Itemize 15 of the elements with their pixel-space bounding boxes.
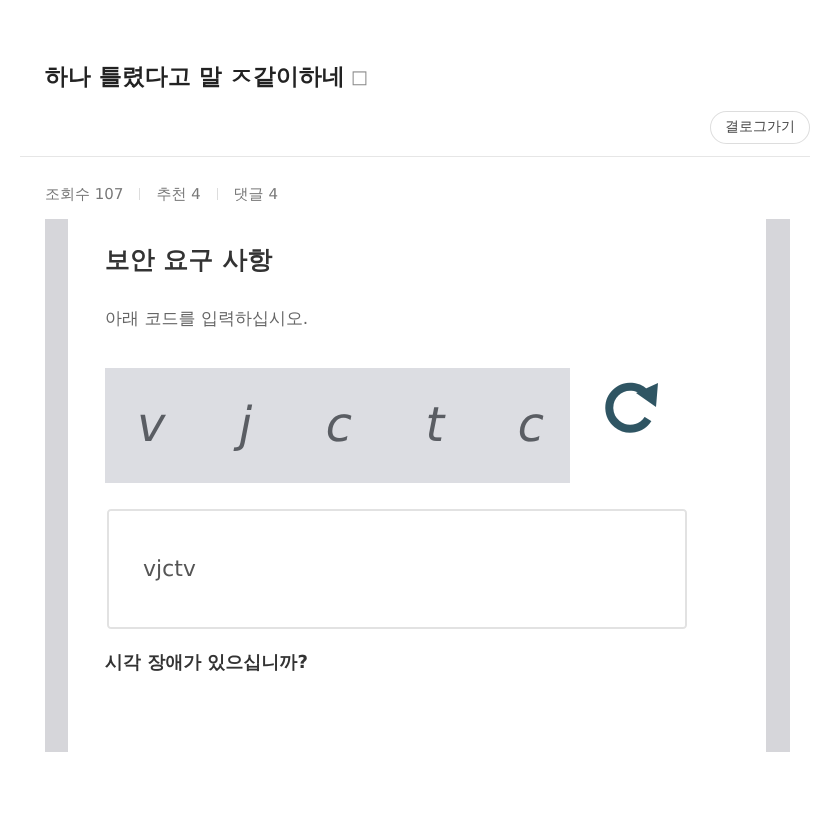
captcha-heading: 보안 요구 사항 xyxy=(105,244,274,276)
captcha-letter: t xyxy=(424,396,446,456)
post-title-mark: □ xyxy=(351,66,368,90)
back-button[interactable]: 결로그가기 xyxy=(710,110,810,144)
post-title: 하나 틀렸다고 말 ㅈ같이하네 xyxy=(45,63,346,92)
captcha-letter: j xyxy=(230,394,260,457)
captcha-letter: v xyxy=(136,396,167,456)
help-link[interactable]: 시각 장애가 있으십니까? xyxy=(105,649,308,676)
captcha-instruction: 아래 코드를 입력하십시오. xyxy=(105,308,310,330)
post-stat: 조회수 107 xyxy=(45,184,124,204)
answer-field[interactable]: vjctv xyxy=(107,509,687,629)
post-stat: 댓글 4 xyxy=(234,184,278,204)
captcha-letter: c xyxy=(324,396,353,456)
post-stat: 추천 4 xyxy=(156,184,201,204)
captcha-letter: c xyxy=(516,396,545,456)
